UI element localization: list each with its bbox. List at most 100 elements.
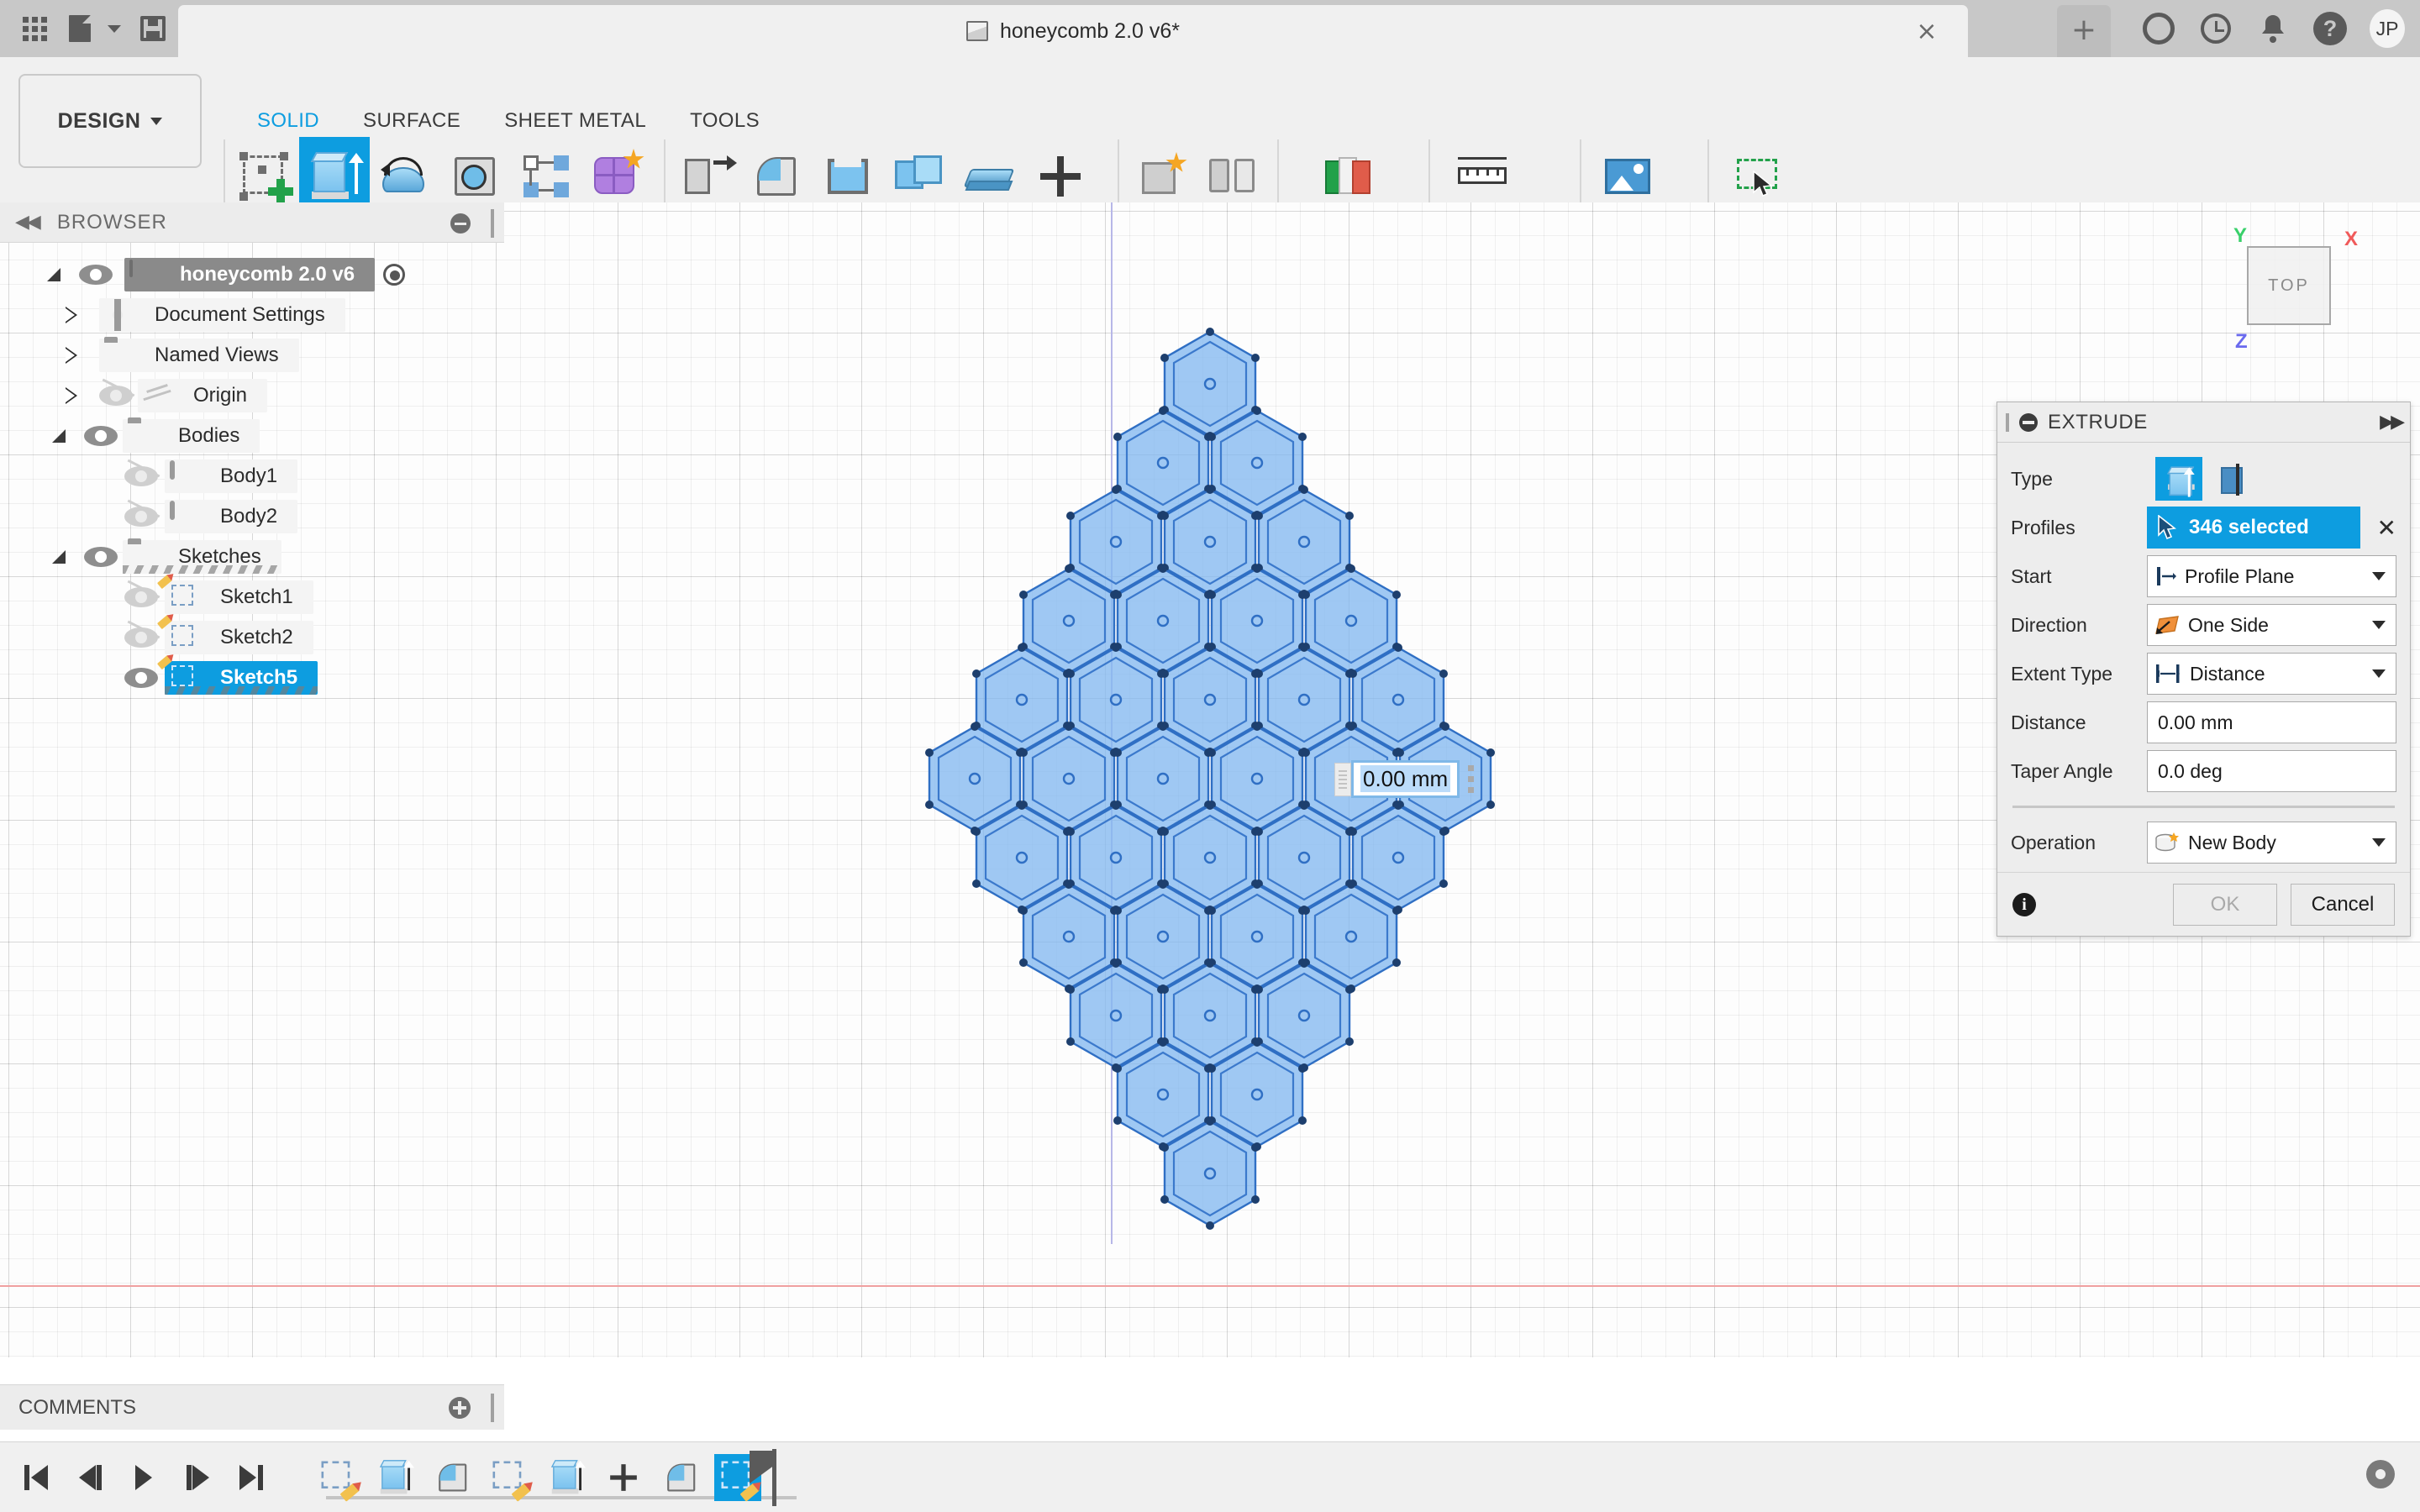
job-status-icon[interactable] xyxy=(2198,11,2233,46)
timeline-settings-gear-icon[interactable] xyxy=(2366,1460,2398,1492)
select-button[interactable] xyxy=(1723,144,1793,208)
extrude-button[interactable] xyxy=(299,137,370,208)
new-tab-button[interactable]: + xyxy=(2057,5,2111,57)
tree-item-body1[interactable]: Body1 xyxy=(0,456,504,496)
visibility-eye-icon[interactable] xyxy=(124,666,158,690)
measure-button[interactable] xyxy=(1447,144,1518,208)
press-pull-button[interactable] xyxy=(672,144,743,208)
offset-plane-button[interactable] xyxy=(1313,144,1383,208)
expander-open-icon[interactable] xyxy=(47,268,60,281)
visibility-eye-off-icon[interactable] xyxy=(124,580,160,609)
expander-closed-icon[interactable] xyxy=(66,387,79,404)
timeline-item-move[interactable] xyxy=(600,1454,647,1501)
step-forward-icon[interactable] xyxy=(180,1460,215,1495)
type-thin-button[interactable] xyxy=(2211,457,2258,501)
chevron-down-icon[interactable] xyxy=(2372,572,2386,580)
tree-item-chip[interactable]: Bodies xyxy=(123,419,260,453)
visibility-eye-off-icon[interactable] xyxy=(124,620,160,649)
create-sketch-button[interactable] xyxy=(229,144,299,208)
timeline-marker-stem[interactable] xyxy=(772,1448,776,1506)
change-parameters-button[interactable] xyxy=(955,144,1025,208)
shell-button[interactable] xyxy=(813,144,884,208)
save-icon[interactable] xyxy=(129,5,176,52)
visibility-eye-off-icon[interactable] xyxy=(99,378,135,407)
new-document-dropdown-icon[interactable] xyxy=(103,5,126,52)
honeycomb-sketch-geometry[interactable] xyxy=(807,303,1613,1294)
tree-item-named-views[interactable]: Named Views xyxy=(0,335,504,375)
expander-open-icon[interactable] xyxy=(52,550,66,564)
cancel-button[interactable]: Cancel xyxy=(2291,883,2395,926)
tree-item-sketch2[interactable]: Sketch2 xyxy=(0,614,504,658)
visibility-eye-icon[interactable] xyxy=(84,424,118,448)
go-to-end-icon[interactable] xyxy=(234,1460,269,1495)
tree-item-body2[interactable]: Body2 xyxy=(0,496,504,537)
tree-item-chip[interactable]: Named Views xyxy=(99,339,299,372)
notifications-icon[interactable] xyxy=(2255,11,2291,46)
tree-item-chip[interactable]: Sketch2 xyxy=(156,614,313,654)
view-cube-face-top[interactable]: TOP xyxy=(2247,246,2331,325)
minimize-browser-icon[interactable] xyxy=(450,213,471,234)
tree-item-chip[interactable]: honeycomb 2.0 v6 xyxy=(124,258,376,291)
expander-open-icon[interactable] xyxy=(52,429,66,443)
chevron-down-icon[interactable] xyxy=(2372,669,2386,678)
inline-input-options-icon[interactable] xyxy=(1468,765,1475,793)
visibility-eye-off-icon[interactable] xyxy=(124,499,160,528)
expander-closed-icon[interactable] xyxy=(66,307,79,323)
visibility-eye-icon[interactable] xyxy=(84,545,118,569)
chevron-down-icon[interactable] xyxy=(2372,838,2386,847)
new-document-icon[interactable] xyxy=(60,5,99,52)
tree-item-sketch1[interactable]: Sketch1 xyxy=(0,574,504,617)
tree-item-chip[interactable]: Document Settings xyxy=(99,298,345,332)
profiles-selection-chip[interactable]: 346 selected xyxy=(2147,507,2360,549)
tree-item-root[interactable]: honeycomb 2.0 v6 xyxy=(0,255,504,295)
taper-angle-input[interactable]: 0.0 deg xyxy=(2147,750,2396,792)
extrude-dialog[interactable]: EXTRUDE ▶▶ Type Profiles 346 selected ✕ … xyxy=(1996,402,2411,937)
tab-surface[interactable]: SURFACE xyxy=(341,109,482,133)
new-component-button[interactable] xyxy=(1126,144,1197,208)
direction-dropdown[interactable]: One Side xyxy=(2147,604,2396,646)
tree-item-chip[interactable]: Body2 xyxy=(165,500,298,533)
panel-resize-handle[interactable] xyxy=(491,1393,494,1422)
tab-tools[interactable]: TOOLS xyxy=(668,109,781,133)
panel-resize-handle[interactable] xyxy=(491,209,494,238)
distance-input[interactable]: 0.00 mm xyxy=(2147,701,2396,743)
tree-item-chip[interactable]: Sketch1 xyxy=(156,574,313,614)
close-tab-button[interactable]: × xyxy=(1912,18,1941,47)
document-tab[interactable]: honeycomb 2.0 v6* × xyxy=(178,5,1968,57)
component-activate-radio[interactable] xyxy=(383,264,406,286)
chevron-down-icon[interactable] xyxy=(2372,621,2386,629)
fillet-button[interactable] xyxy=(743,144,813,208)
timeline-item-sketch[interactable] xyxy=(486,1454,533,1502)
play-icon[interactable] xyxy=(126,1460,161,1495)
timeline-item-fillet[interactable] xyxy=(429,1454,476,1501)
type-solid-button[interactable] xyxy=(2155,457,2202,501)
go-to-start-icon[interactable] xyxy=(18,1460,54,1495)
distance-input-box[interactable]: 0.00 mm xyxy=(1351,760,1460,798)
timeline-item-extrude[interactable] xyxy=(371,1454,418,1501)
info-icon[interactable]: i xyxy=(2012,892,2036,916)
tree-item-chip[interactable]: Sketches xyxy=(123,540,281,574)
app-grid-icon[interactable] xyxy=(12,5,57,52)
ok-button[interactable]: OK xyxy=(2173,883,2277,926)
tree-item-chip[interactable]: Body1 xyxy=(165,459,298,493)
insert-image-button[interactable] xyxy=(1592,144,1663,208)
extrude-dialog-header[interactable]: EXTRUDE ▶▶ xyxy=(1997,402,2410,443)
revolve-button[interactable] xyxy=(370,144,440,208)
tree-item-document-settings[interactable]: Document Settings xyxy=(0,295,504,335)
step-back-icon[interactable] xyxy=(72,1460,108,1495)
create-form-button[interactable] xyxy=(581,144,652,208)
timeline-item-sketch[interactable] xyxy=(314,1454,361,1502)
joint-button[interactable] xyxy=(1197,144,1267,208)
visibility-eye-off-icon[interactable] xyxy=(124,459,160,488)
timeline-marker[interactable] xyxy=(750,1450,775,1483)
avatar[interactable]: JP xyxy=(2370,9,2405,48)
timeline-item-extrude[interactable] xyxy=(543,1454,590,1501)
inline-distance-input[interactable]: 0.00 mm xyxy=(1334,760,1475,798)
drag-handle-icon[interactable] xyxy=(1334,762,1351,796)
combine-button[interactable] xyxy=(884,144,955,208)
tab-solid[interactable]: SOLID xyxy=(235,109,341,133)
extent-type-dropdown[interactable]: Distance xyxy=(2147,653,2396,695)
clear-profiles-button[interactable]: ✕ xyxy=(2377,514,2396,542)
help-icon[interactable]: ? xyxy=(2312,11,2348,46)
operation-dropdown[interactable]: New Body xyxy=(2147,822,2396,864)
